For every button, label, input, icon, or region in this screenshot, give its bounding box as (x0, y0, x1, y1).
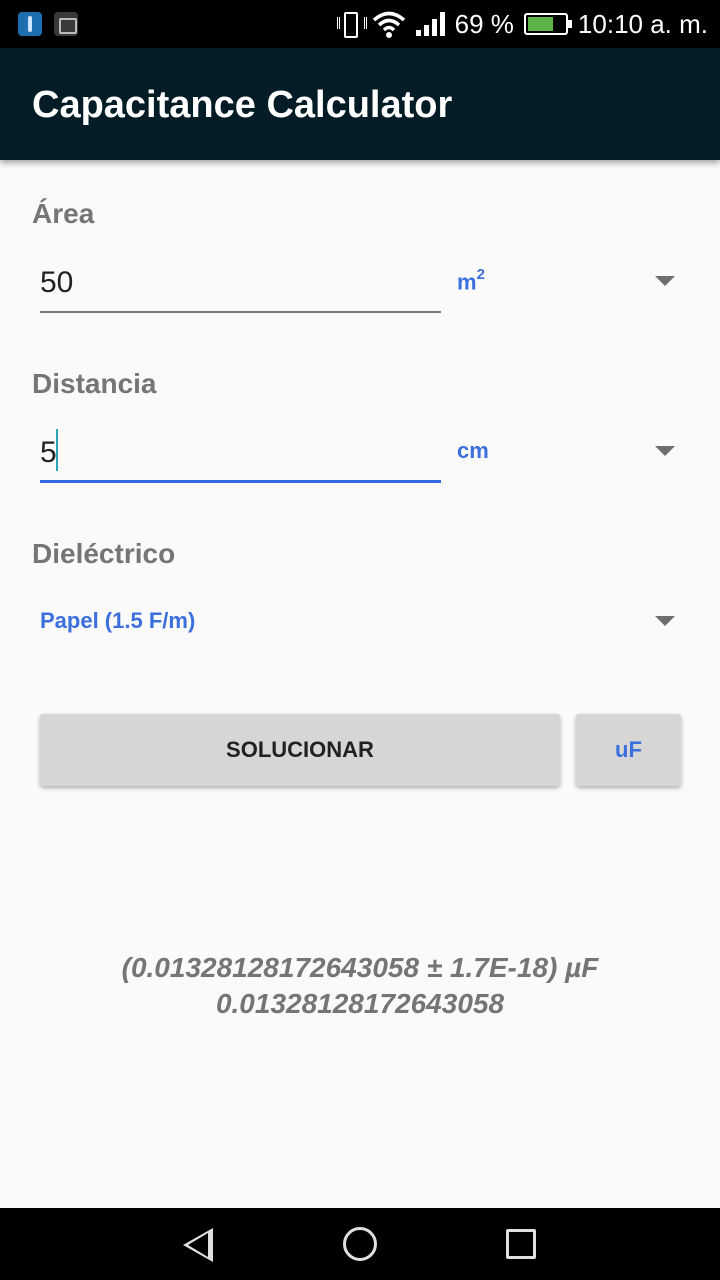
battery-charging-icon (523, 13, 572, 35)
area-unit-spinner[interactable]: m2 (457, 254, 675, 310)
distance-unit-value: cm (457, 438, 489, 463)
notification-icons (18, 12, 78, 36)
battery-percent: 69 % (454, 8, 514, 39)
dielectric-value: Papel (1.5 F/m) (40, 608, 196, 633)
signal-icon (415, 12, 445, 36)
distance-input[interactable] (40, 425, 441, 483)
image-notification-icon (54, 12, 78, 36)
back-icon[interactable] (183, 1228, 213, 1262)
dropdown-arrow-icon (655, 616, 675, 626)
unit-toggle-button[interactable]: uF (576, 714, 681, 786)
status-icons: 69 % 10:10 a. m. (336, 8, 708, 40)
page-title: Capacitance Calculator (32, 84, 453, 126)
wifi-icon (372, 11, 405, 38)
dielectric-label: Dieléctrico (32, 538, 176, 569)
distance-label: Distancia (32, 368, 157, 399)
clock: 10:10 a. m. (577, 8, 708, 39)
status-bar: 69 % 10:10 a. m. (0, 0, 720, 48)
home-icon[interactable] (343, 1227, 377, 1261)
recents-icon[interactable] (506, 1229, 536, 1259)
area-label: Área (32, 198, 95, 229)
navigation-bar (0, 1208, 720, 1280)
dielectric-spinner[interactable]: Papel (1.5 F/m) (40, 594, 675, 650)
result-with-uncertainty: (0.013281281726430​58 ± 1.7E-18) µF (121, 952, 599, 983)
dropdown-arrow-icon (655, 276, 675, 286)
app-bar: Capacitance Calculator (0, 48, 720, 160)
text-cursor (56, 429, 58, 471)
usb-icon (18, 12, 42, 36)
solve-button[interactable]: SOLUCIONAR (40, 714, 560, 786)
vibrate-icon (336, 10, 367, 38)
battery-level-fill (527, 17, 553, 31)
distance-unit-spinner[interactable]: cm (457, 424, 675, 480)
dropdown-arrow-icon (655, 446, 675, 456)
area-unit-value: m2 (457, 266, 485, 295)
result-value: 0.01328128172643058 (215, 988, 505, 1019)
area-input[interactable] (40, 255, 441, 313)
